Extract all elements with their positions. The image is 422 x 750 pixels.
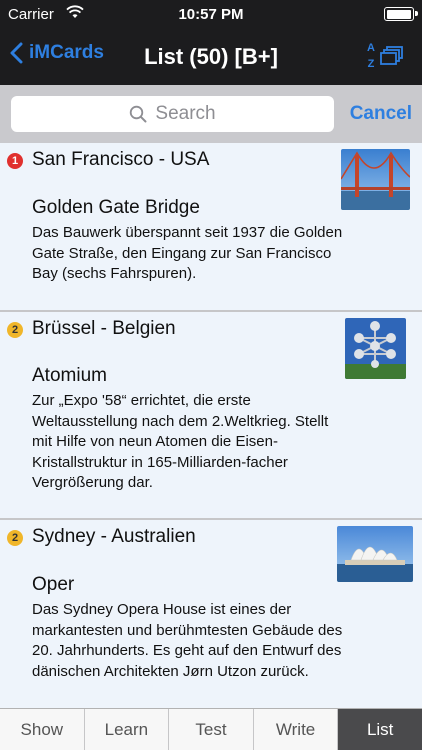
navigation-bar: iMCards List (50) [B+] AZ (0, 28, 422, 85)
cancel-button[interactable]: Cancel (350, 103, 412, 125)
search-icon (130, 105, 147, 123)
page-title: List (50) [B+] (144, 44, 278, 69)
tab-list[interactable]: List (338, 709, 422, 750)
tab-show[interactable]: Show (0, 709, 85, 750)
card-description: Das Bauwerk überspannt seit 1937 die Gol… (32, 224, 343, 282)
card-subtitle: Oper (32, 574, 75, 595)
card-list: 1 San Francisco - USA Golden Gate Bridge… (0, 143, 422, 708)
az-sort-icon[interactable]: AZ (366, 40, 406, 74)
status-bar: Carrier 10:57 PM (0, 0, 422, 28)
tab-bar: Show Learn Test Write List (0, 708, 422, 750)
search-input[interactable]: Search (11, 96, 334, 132)
card-heading: Brüssel - Belgien (32, 318, 176, 339)
search-bar: Search Cancel (0, 85, 422, 143)
priority-badge: 2 (7, 322, 23, 338)
card-heading: Sydney - Australien (32, 526, 196, 547)
card-subtitle: Golden Gate Bridge (32, 197, 200, 218)
card-heading: San Francisco - USA (32, 149, 210, 170)
list-item[interactable]: 2 Brüssel - Belgien Atomium Zur „Expo '5… (0, 312, 422, 520)
list-item[interactable]: 2 Sydney - Australien Oper Das Sydney Op… (0, 520, 422, 708)
priority-badge: 1 (7, 153, 23, 169)
priority-badge: 2 (7, 530, 23, 546)
search-placeholder: Search (155, 103, 216, 124)
card-description: Das Sydney Opera House ist eines der mar… (32, 601, 343, 680)
card-description: Zur „Expo '58“ errichtet, die erste Welt… (32, 392, 329, 491)
list-item[interactable]: 1 San Francisco - USA Golden Gate Bridge… (0, 143, 422, 312)
tab-learn[interactable]: Learn (85, 709, 170, 750)
sydney-opera-house-photo (337, 526, 413, 582)
tab-test[interactable]: Test (169, 709, 254, 750)
atomium-photo (345, 318, 406, 379)
card-subtitle: Atomium (32, 365, 107, 386)
tab-write[interactable]: Write (254, 709, 339, 750)
golden-gate-bridge-photo (341, 149, 410, 210)
battery-icon (384, 7, 418, 21)
clock: 10:57 PM (178, 6, 244, 23)
